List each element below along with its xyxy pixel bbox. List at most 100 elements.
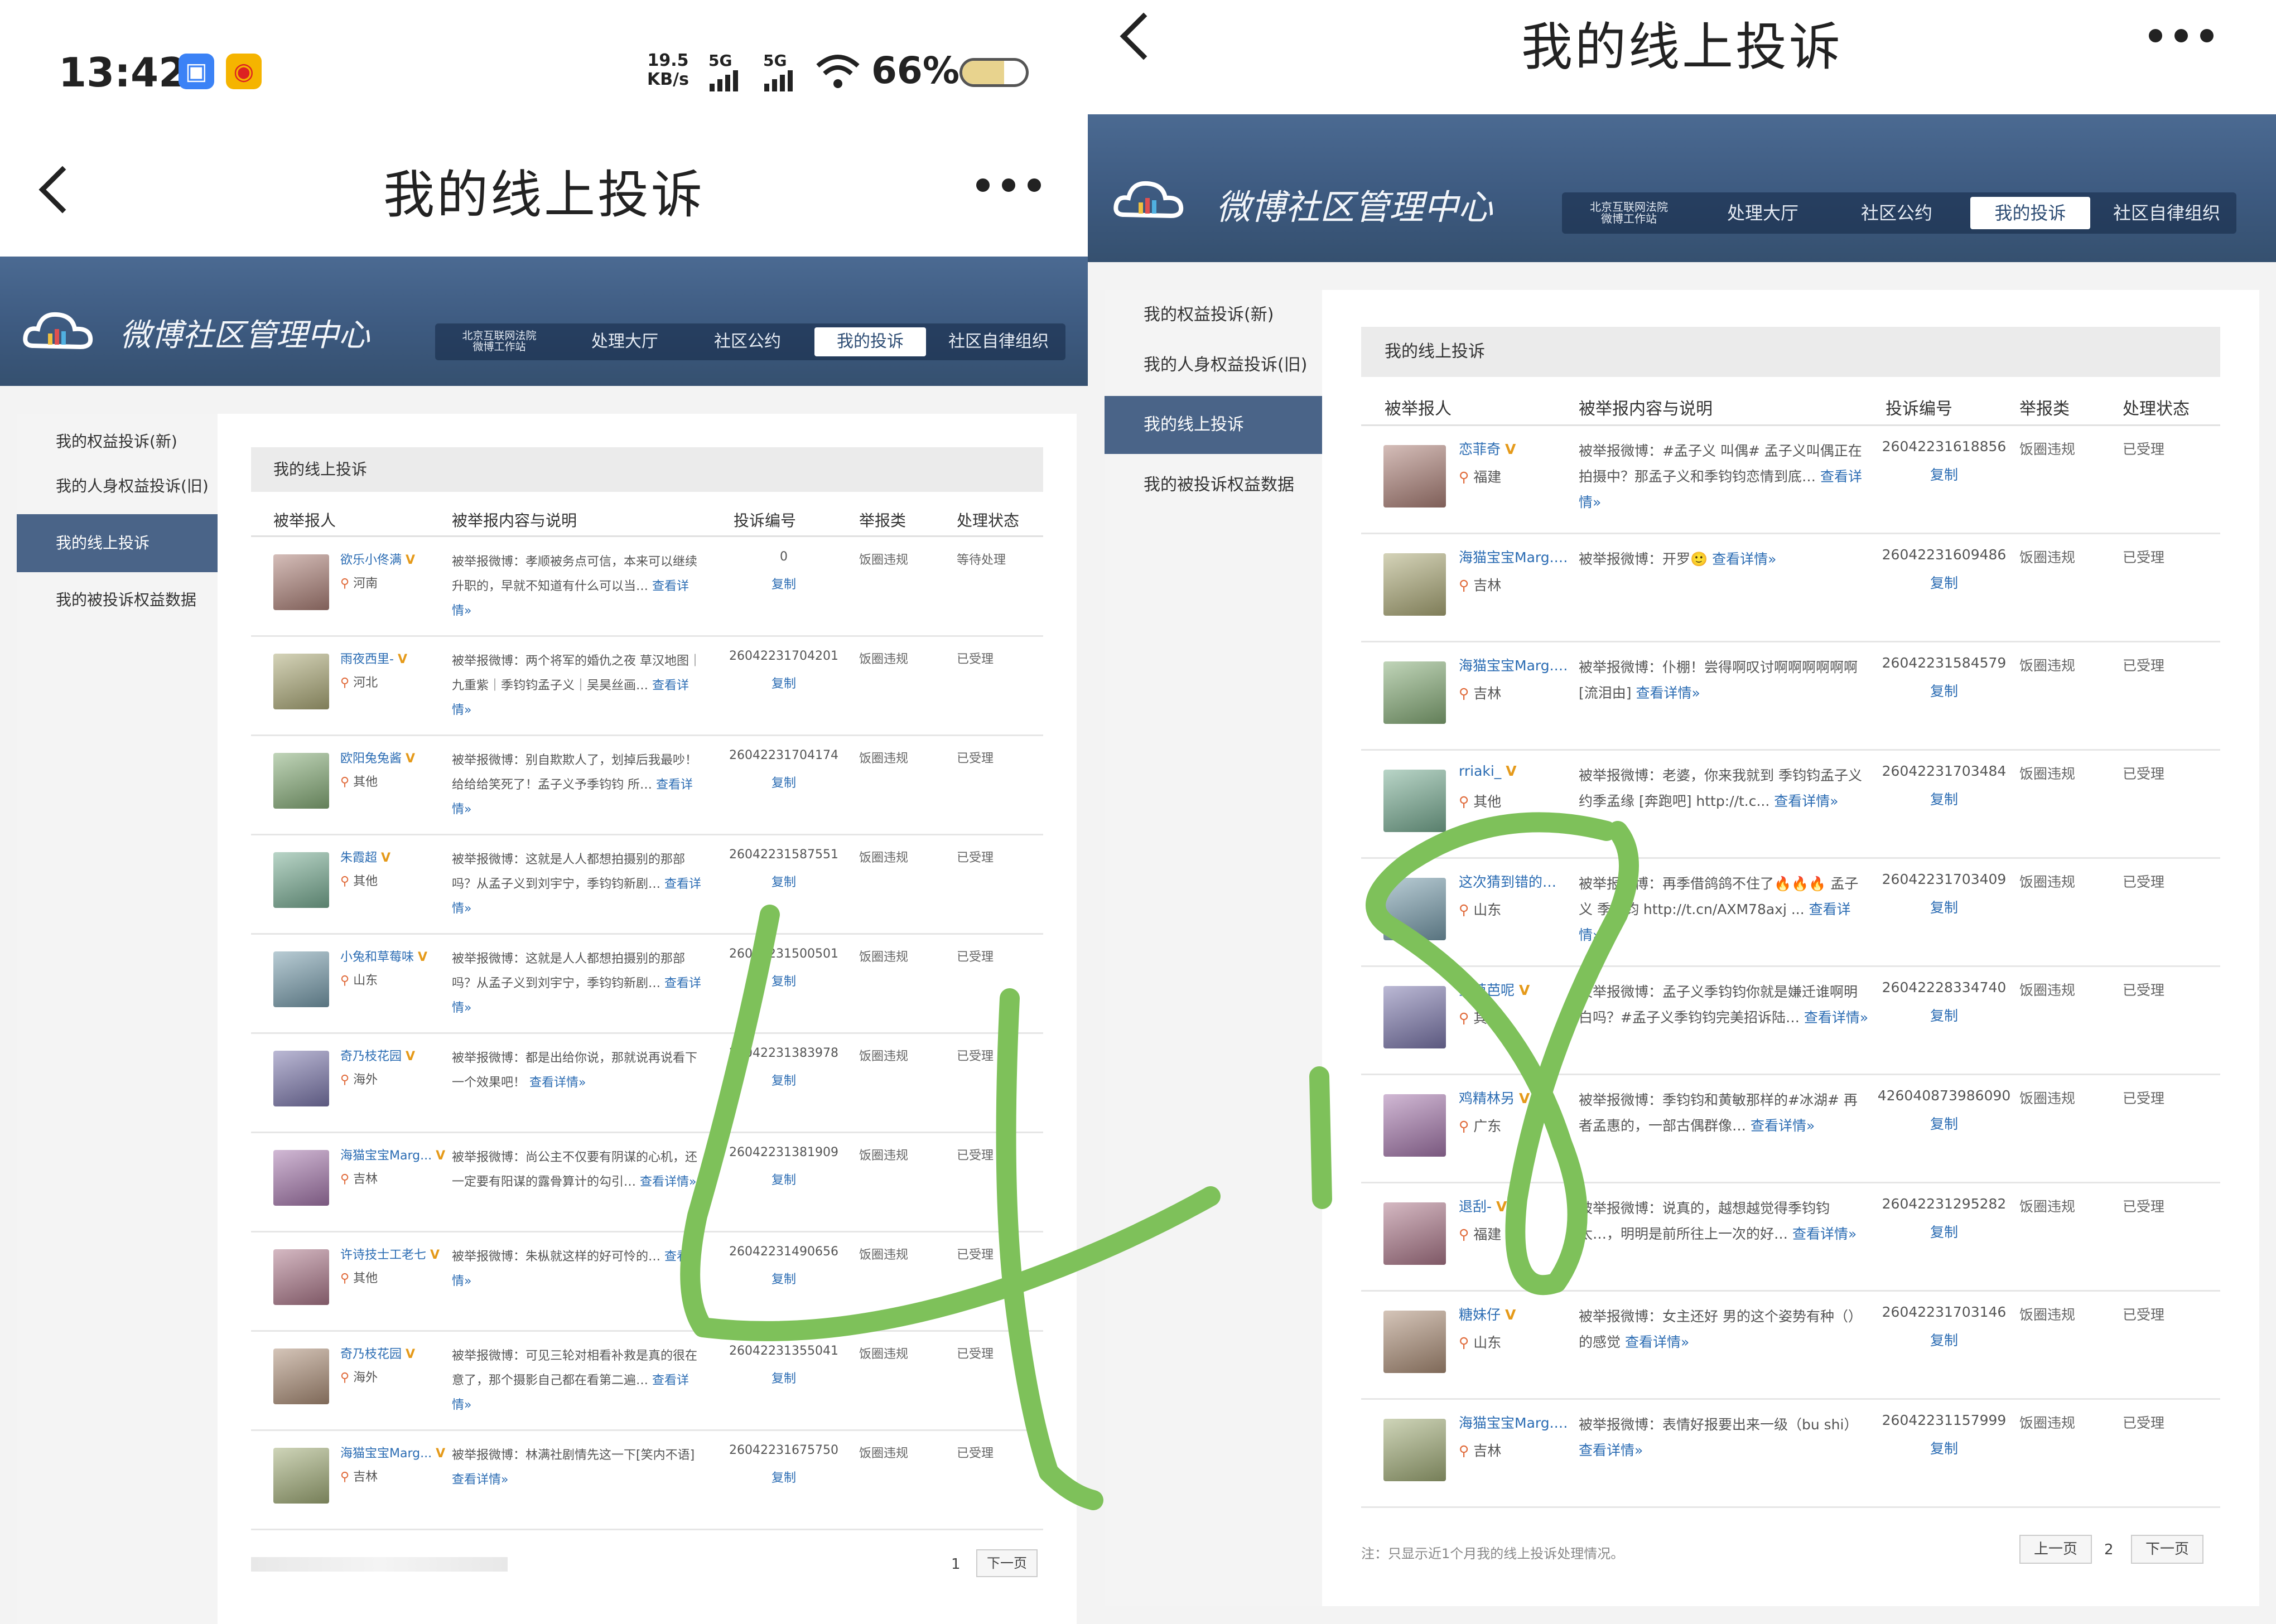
copy-id-link[interactable]: 复制 xyxy=(1874,1005,2014,1025)
view-details-link[interactable]: 查看详情» xyxy=(452,1473,508,1487)
reported-user-name[interactable]: 朱霞超 V xyxy=(340,848,446,866)
complaint-id: 26042231703146 xyxy=(1882,1304,2007,1320)
avatar[interactable] xyxy=(1383,878,1446,940)
view-details-link[interactable]: 查看详情» xyxy=(1712,551,1776,567)
tab-my-complaints[interactable]: 我的投诉 xyxy=(814,327,926,356)
avatar[interactable] xyxy=(273,1249,329,1305)
copy-id-link[interactable]: 复制 xyxy=(720,1170,848,1188)
reported-user-name[interactable]: 恋菲奇 V xyxy=(1459,438,1570,458)
sidebar-item-online[interactable]: 我的线上投诉 xyxy=(17,514,218,572)
reported-user-name[interactable]: 退刮- V xyxy=(1459,1196,1570,1216)
vip-badge-icon: V xyxy=(406,752,416,766)
more-icon[interactable] xyxy=(976,178,1041,192)
tab-convention[interactable]: 社区公约 xyxy=(686,323,809,360)
copy-id-link[interactable]: 复制 xyxy=(1874,464,2014,484)
next-page-button[interactable]: 下一页 xyxy=(2131,1535,2203,1564)
avatar[interactable] xyxy=(1383,1094,1446,1157)
copy-id-link[interactable]: 复制 xyxy=(1874,680,2014,700)
avatar[interactable] xyxy=(273,1448,329,1504)
avatar[interactable] xyxy=(273,1051,329,1106)
sidebar-item-complained-data[interactable]: 我的被投诉权益数据 xyxy=(17,572,218,628)
avatar[interactable] xyxy=(1383,445,1446,508)
reported-user-name[interactable]: 小兔和草莓味 V xyxy=(340,947,446,965)
sidebar-item-rights-new[interactable]: 我的权益投诉(新) xyxy=(17,419,218,464)
sidebar-item-personal-old[interactable]: 我的人身权益投诉(旧) xyxy=(17,464,218,509)
copy-id-link[interactable]: 复制 xyxy=(1874,789,2014,809)
copy-id-link[interactable]: 复制 xyxy=(720,1269,848,1287)
tab-convention[interactable]: 社区公约 xyxy=(1830,192,1964,234)
tab-my-complaints[interactable]: 我的投诉 xyxy=(1970,197,2090,229)
reported-user-name[interactable]: 这次猜到错的了_ V xyxy=(1459,871,1570,891)
avatar[interactable] xyxy=(1383,661,1446,724)
copy-id-link[interactable]: 复制 xyxy=(720,1468,848,1486)
avatar[interactable] xyxy=(273,1150,329,1206)
copy-id-link[interactable]: 复制 xyxy=(720,574,848,592)
avatar[interactable] xyxy=(1383,1419,1446,1481)
page-number[interactable]: 2 xyxy=(2104,1541,2114,1558)
avatar[interactable] xyxy=(1383,553,1446,616)
copy-id-link[interactable]: 复制 xyxy=(720,674,848,692)
reported-user-name[interactable]: 海猫宝宝Marg... V xyxy=(1459,1412,1570,1432)
copy-id-link[interactable]: 复制 xyxy=(1874,1330,2014,1350)
copy-id-link[interactable]: 复制 xyxy=(720,773,848,791)
avatar[interactable] xyxy=(273,1348,329,1404)
complaint-status: 已受理 xyxy=(2123,766,2165,782)
copy-id-link[interactable]: 复制 xyxy=(720,872,848,890)
sidebar-item-personal-old[interactable]: 我的人身权益投诉(旧) xyxy=(1105,340,1322,390)
reported-user-name[interactable]: 雨夜西里- V xyxy=(340,649,446,667)
view-details-link[interactable]: 查看详情» xyxy=(1751,1118,1815,1134)
reported-user-name[interactable]: 海猫宝宝Marg... V xyxy=(1459,547,1570,567)
next-page-button[interactable]: 下一页 xyxy=(976,1549,1038,1577)
sidebar-item-online[interactable]: 我的线上投诉 xyxy=(1105,396,1322,454)
tab-court[interactable]: 北京互联网法院 微博工作站 xyxy=(1562,192,1696,234)
sidebar-item-rights-new[interactable]: 我的权益投诉(新) xyxy=(1105,290,1322,340)
avatar[interactable] xyxy=(273,852,329,908)
tab-self-regulation[interactable]: 社区自律组织 xyxy=(2097,192,2236,234)
reported-user-name[interactable]: 奇乃枝花园 V xyxy=(340,1344,446,1362)
avatar[interactable] xyxy=(1383,986,1446,1048)
page-number[interactable]: 1 xyxy=(951,1556,961,1573)
reported-user-name[interactable]: 海猫宝宝Marg... V xyxy=(1459,655,1570,675)
complaint-type: 饭圈违规 xyxy=(859,652,909,666)
avatar[interactable] xyxy=(1383,1311,1446,1373)
view-details-link[interactable]: 查看详情» xyxy=(1804,1009,1868,1026)
view-details-link[interactable]: 查看详情» xyxy=(640,1175,696,1189)
reported-user-name[interactable]: 海猫宝宝Marg... V xyxy=(340,1146,446,1163)
reported-user-name[interactable]: 许诗技士工老七 V xyxy=(340,1245,446,1263)
prev-page-button[interactable]: 上一页 xyxy=(2019,1535,2092,1564)
avatar[interactable] xyxy=(273,554,329,610)
view-details-link[interactable]: 查看详情» xyxy=(1579,1442,1643,1458)
view-details-link[interactable]: 查看详情» xyxy=(529,1076,586,1090)
sidebar-item-complained-data[interactable]: 我的被投诉权益数据 xyxy=(1105,457,1322,513)
copy-id-link[interactable]: 复制 xyxy=(1874,897,2014,917)
reported-user-name[interactable]: rriaki_ V xyxy=(1459,763,1570,779)
copy-id-link[interactable]: 复制 xyxy=(720,1369,848,1386)
reported-user-name[interactable]: 欲乐小佟满 V xyxy=(340,550,446,568)
reported-user-name[interactable]: 奇乃枝花园 V xyxy=(340,1046,446,1064)
view-details-link[interactable]: 查看详情» xyxy=(1792,1226,1857,1242)
reported-user-name[interactable]: 海猫宝宝Marg... V xyxy=(340,1443,446,1461)
reported-user-name[interactable]: 宝芭芭呢 V xyxy=(1459,979,1570,999)
copy-id-link[interactable]: 复制 xyxy=(1874,1113,2014,1133)
copy-id-link[interactable]: 复制 xyxy=(720,972,848,989)
view-details-link[interactable]: 查看详情» xyxy=(1625,1334,1689,1350)
avatar[interactable] xyxy=(1383,1202,1446,1265)
view-details-link[interactable]: 查看详情» xyxy=(1774,793,1838,809)
reported-user-name[interactable]: 欧阳兔兔酱 V xyxy=(340,748,446,766)
copy-id-link[interactable]: 复制 xyxy=(1874,1438,2014,1458)
copy-id-link[interactable]: 复制 xyxy=(1874,1221,2014,1241)
avatar[interactable] xyxy=(273,654,329,709)
avatar[interactable] xyxy=(273,753,329,809)
avatar[interactable] xyxy=(1383,770,1446,832)
tab-self-regulation[interactable]: 社区自律组织 xyxy=(932,323,1065,360)
tab-court[interactable]: 北京互联网法院 微博工作站 xyxy=(435,323,563,360)
tab-hall[interactable]: 处理大厅 xyxy=(1696,192,1830,234)
reported-user-name[interactable]: 鸡精林另 V xyxy=(1459,1088,1570,1108)
reported-user-name[interactable]: 糖妹仔 V xyxy=(1459,1304,1570,1324)
avatar[interactable] xyxy=(273,951,329,1007)
more-icon[interactable] xyxy=(2149,29,2214,42)
tab-hall[interactable]: 处理大厅 xyxy=(563,323,686,360)
view-details-link[interactable]: 查看详情» xyxy=(1636,685,1700,701)
copy-id-link[interactable]: 复制 xyxy=(1874,572,2014,592)
copy-id-link[interactable]: 复制 xyxy=(720,1071,848,1089)
